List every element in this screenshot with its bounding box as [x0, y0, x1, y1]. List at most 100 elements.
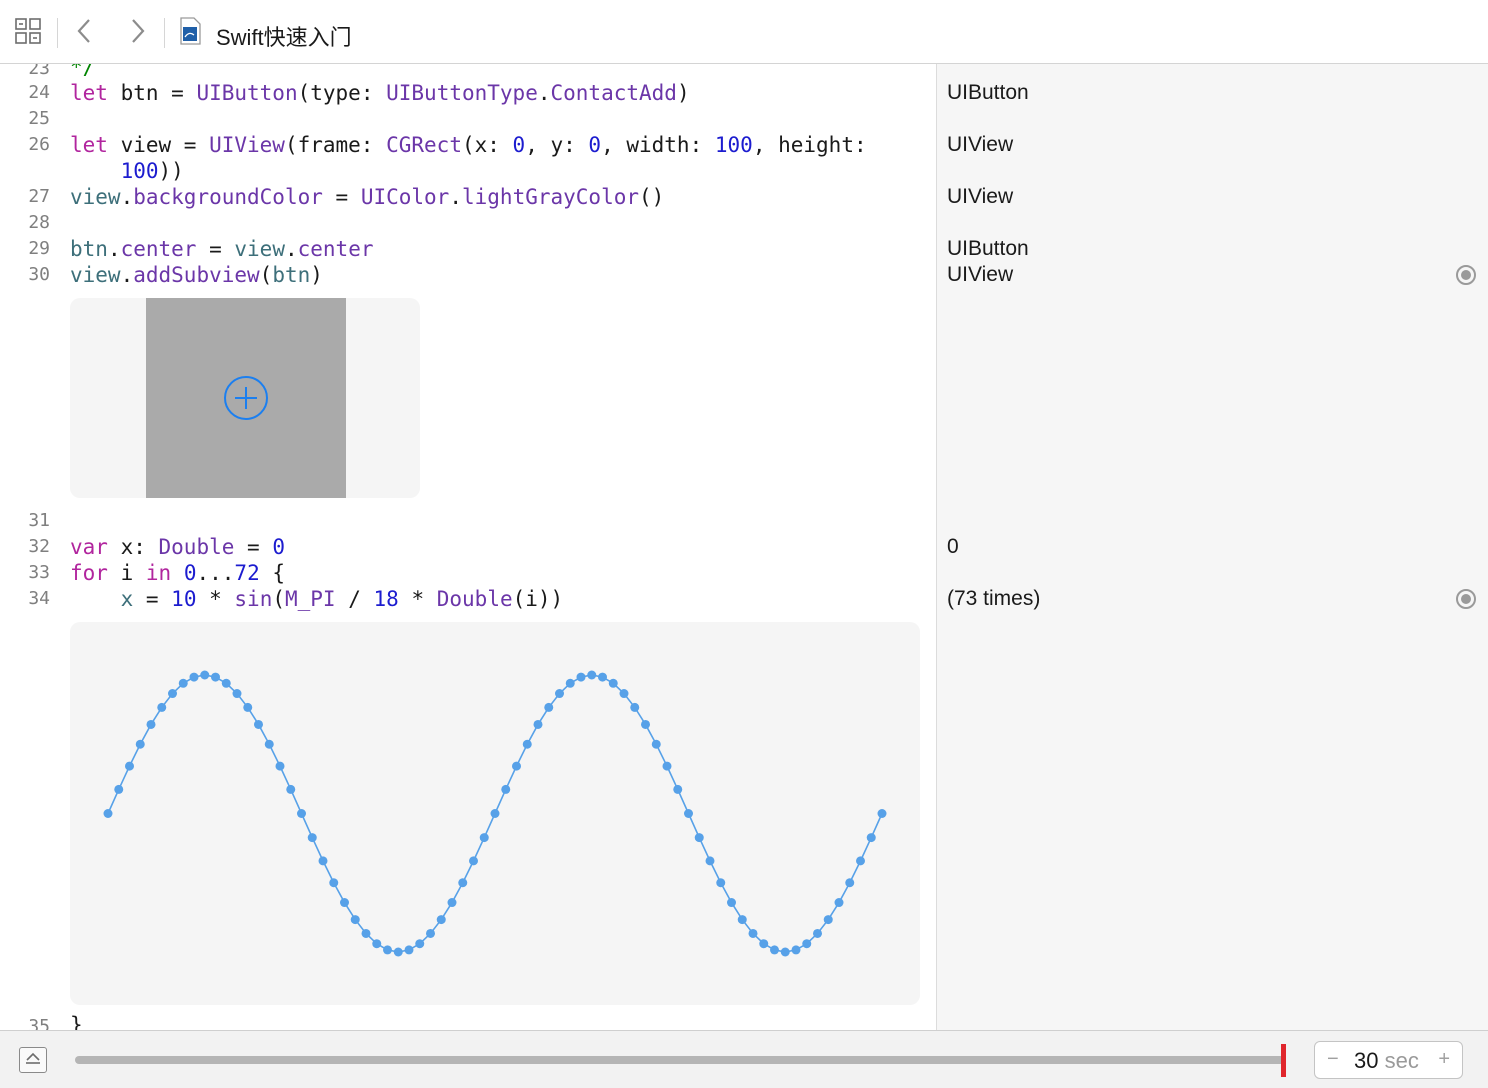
quick-look-result-icon[interactable]: [1456, 265, 1476, 285]
line-number: 26: [28, 134, 50, 155]
data-point: [350, 915, 360, 925]
file-title: Swift快速入门: [216, 25, 352, 50]
back-chevron-icon: [74, 16, 94, 51]
data-point: [555, 689, 564, 699]
duration-value: 30 sec: [1354, 1048, 1419, 1073]
line-number: 30: [28, 264, 50, 285]
data-point: [877, 809, 887, 818]
data-point: [608, 678, 618, 688]
line-number: 24: [28, 82, 50, 103]
data-point: [415, 939, 425, 949]
data-point: [544, 702, 554, 712]
result-line-24: UIButton: [947, 81, 1029, 104]
code-line-26-wrap: 100)): [120, 159, 184, 183]
line-number: 27: [28, 186, 50, 207]
data-point: [329, 878, 339, 888]
data-point: [426, 928, 435, 938]
data-point: [168, 689, 177, 699]
result-line-29: UIButton: [947, 237, 1029, 260]
data-point: [232, 689, 242, 699]
code-line-33: for i in 0...72 {: [70, 561, 286, 585]
data-point: [565, 678, 575, 688]
code-line-32: var x: Double = 0: [70, 535, 285, 559]
data-point: [619, 689, 629, 699]
timeline-duration-stepper: − 30 sec +: [1314, 1041, 1463, 1079]
result-line-32: 0: [947, 535, 959, 558]
data-point: [286, 784, 296, 794]
forward-button[interactable]: [124, 16, 152, 50]
line-number: 31: [28, 510, 50, 531]
data-point: [318, 856, 328, 866]
timeline-slider-thumb[interactable]: [1281, 1044, 1286, 1077]
data-point: [114, 784, 124, 794]
data-point: [694, 833, 704, 843]
results-sidebar: UIButton UIView UIView UIButton UIView 0…: [936, 64, 1488, 1030]
increment-button[interactable]: +: [1438, 1048, 1450, 1071]
data-point: [178, 678, 188, 688]
data-point: [727, 898, 736, 908]
data-point: [383, 945, 392, 955]
show-debug-area-button[interactable]: [19, 1047, 47, 1073]
data-point: [361, 928, 371, 938]
value-history-plot: [103, 670, 887, 957]
data-point: [458, 878, 468, 888]
data-point: [211, 672, 220, 682]
toolbar-divider: [164, 18, 165, 48]
inline-view-result[interactable]: [70, 298, 420, 498]
code-editor[interactable]: 23 24 25 26 27 28 29 30 31 32 33 34 35 *…: [0, 64, 936, 1030]
code-line-27: view.backgroundColor = UIColor.lightGray…: [70, 185, 665, 209]
result-line-34: (73 times): [947, 587, 1041, 610]
code-line-30: view.addSubview(btn): [70, 263, 323, 287]
data-point: [641, 719, 650, 729]
data-point: [469, 856, 478, 866]
data-point: [393, 947, 403, 957]
data-point: [135, 739, 145, 749]
data-point: [630, 702, 640, 712]
data-point: [737, 915, 747, 925]
line-number: 33: [28, 562, 50, 583]
data-point: [157, 702, 167, 712]
code-line-24: let btn = UIButton(type: UIButtonType.Co…: [70, 81, 690, 105]
code-line-35: }: [70, 1013, 83, 1030]
data-point: [404, 945, 414, 955]
data-point: [576, 672, 586, 682]
result-line-27: UIView: [947, 185, 1014, 208]
data-point: [748, 928, 758, 938]
data-point: [447, 898, 457, 908]
data-point: [297, 809, 306, 818]
back-button[interactable]: [70, 16, 98, 50]
data-point: [684, 809, 693, 818]
data-point: [275, 761, 285, 771]
data-point: [866, 833, 876, 843]
quick-look-result-icon[interactable]: [1456, 589, 1476, 609]
result-line-26: UIView: [947, 133, 1014, 156]
data-point: [146, 719, 156, 729]
result-line-30: UIView: [947, 263, 1014, 286]
data-point: [436, 915, 446, 925]
data-point: [856, 856, 865, 866]
inline-graph-result[interactable]: [70, 622, 920, 1005]
timeline-slider-track[interactable]: [75, 1056, 1285, 1064]
data-point: [479, 833, 489, 843]
line-number: 28: [28, 212, 50, 233]
data-point: [770, 945, 779, 955]
data-point: [533, 719, 543, 729]
data-point: [716, 878, 726, 888]
data-point: [651, 739, 661, 749]
data-point: [791, 945, 801, 955]
data-point: [501, 784, 511, 794]
data-point: [587, 670, 597, 680]
data-point: [254, 719, 263, 729]
line-number: 29: [28, 238, 50, 259]
decrement-button[interactable]: −: [1327, 1048, 1339, 1071]
data-point: [340, 898, 349, 908]
data-point: [759, 939, 769, 949]
code-line-26: let view = UIView(frame: CGRect(x: 0, y:…: [70, 133, 867, 157]
related-items-grid-icon: [14, 17, 42, 50]
data-point: [662, 761, 672, 771]
line-number: 32: [28, 536, 50, 557]
light-gray-view-preview: [146, 298, 346, 498]
data-point: [490, 809, 500, 818]
related-items-button[interactable]: [12, 16, 44, 50]
swift-playground-file-icon: [176, 16, 204, 51]
